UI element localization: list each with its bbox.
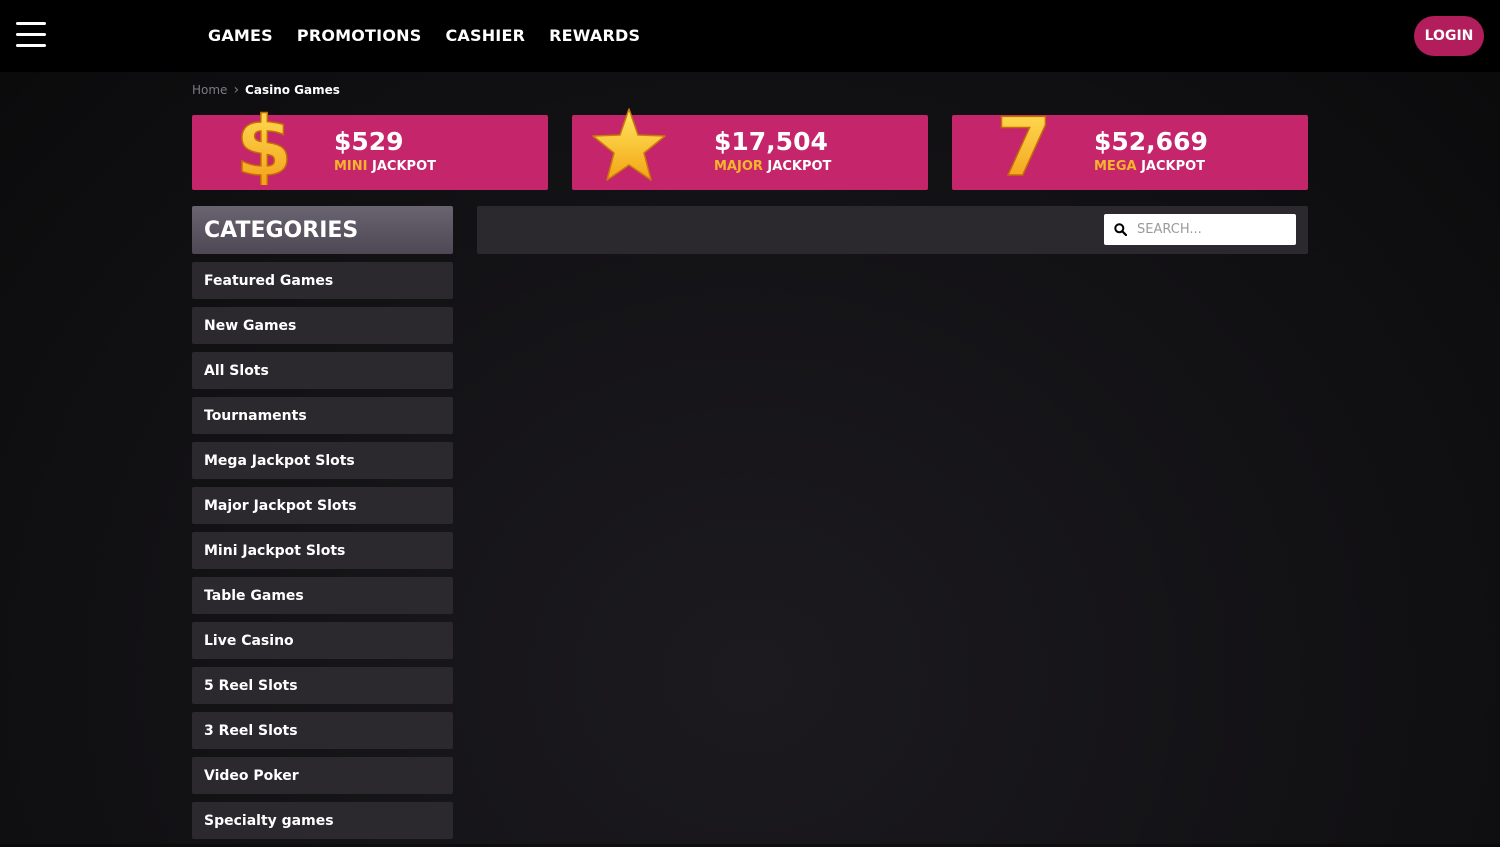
jackpot-label: MEGA JACKPOT: [1094, 159, 1205, 174]
breadcrumb-home[interactable]: Home: [192, 83, 227, 97]
jackpot-label: MAJOR JACKPOT: [714, 159, 831, 174]
jackpot-mega-banner: 7 $52,669 MEGA JACKPOT: [952, 105, 1308, 190]
category-mini-jackpot-slots[interactable]: Mini Jackpot Slots: [192, 532, 453, 569]
category-3-reel-slots[interactable]: 3 Reel Slots: [192, 712, 453, 749]
nav-promotions[interactable]: PROMOTIONS: [297, 26, 422, 45]
svg-text:$: $: [235, 105, 292, 185]
category-mega-jackpot-slots[interactable]: Mega Jackpot Slots: [192, 442, 453, 479]
nav-games[interactable]: GAMES: [208, 26, 273, 45]
category-featured-games[interactable]: Featured Games: [192, 262, 453, 299]
star-icon: [592, 108, 666, 181]
svg-text:7: 7: [996, 105, 1052, 185]
category-5-reel-slots[interactable]: 5 Reel Slots: [192, 667, 453, 704]
category-table-games[interactable]: Table Games: [192, 577, 453, 614]
jackpot-tier: MEGA: [1094, 159, 1137, 174]
jackpot-suffix: JACKPOT: [1136, 159, 1206, 174]
search-box[interactable]: [1104, 214, 1296, 245]
category-new-games[interactable]: New Games: [192, 307, 453, 344]
breadcrumb-current: Casino Games: [245, 83, 340, 97]
categories-title: CATEGORIES: [192, 206, 453, 254]
login-button[interactable]: LOGIN: [1414, 16, 1484, 56]
category-tournaments[interactable]: Tournaments: [192, 397, 453, 434]
breadcrumb: Home › Casino Games: [192, 82, 340, 98]
jackpot-mini-banner: $ $529 MINI JACKPOT: [192, 105, 548, 190]
category-specialty-games[interactable]: Specialty games: [192, 802, 453, 839]
category-video-poker[interactable]: Video Poker: [192, 757, 453, 794]
jackpot-amount: $529: [334, 127, 404, 156]
menu-icon[interactable]: [16, 22, 46, 50]
jackpot-tier: MAJOR: [714, 159, 763, 174]
chevron-right-icon: ›: [233, 82, 240, 98]
jackpot-suffix: JACKPOT: [367, 159, 436, 174]
categories-list: Featured Games New Games All Slots Tourn…: [192, 262, 453, 847]
search-icon: [1114, 223, 1127, 236]
category-live-casino[interactable]: Live Casino: [192, 622, 453, 659]
jackpot-amount: $52,669: [1094, 127, 1208, 156]
jackpot-tier: MINI: [334, 159, 368, 174]
seven-icon: 7: [995, 105, 1052, 185]
jackpot-suffix: JACKPOT: [762, 159, 832, 174]
nav-cashier[interactable]: CASHIER: [445, 26, 525, 45]
category-major-jackpot-slots[interactable]: Major Jackpot Slots: [192, 487, 453, 524]
jackpot-major-banner: $17,504 MAJOR JACKPOT: [572, 108, 928, 190]
nav-rewards[interactable]: REWARDS: [549, 26, 640, 45]
main-nav: GAMES PROMOTIONS CASHIER REWARDS: [208, 26, 640, 45]
jackpot-label: MINI JACKPOT: [334, 159, 436, 174]
dollar-icon: $: [235, 105, 294, 185]
game-search-bar: [477, 206, 1308, 254]
search-input[interactable]: [1135, 221, 1289, 238]
jackpot-amount: $17,504: [714, 127, 828, 156]
top-navigation-bar: GAMES PROMOTIONS CASHIER REWARDS LOGIN: [0, 0, 1500, 72]
category-all-slots[interactable]: All Slots: [192, 352, 453, 389]
